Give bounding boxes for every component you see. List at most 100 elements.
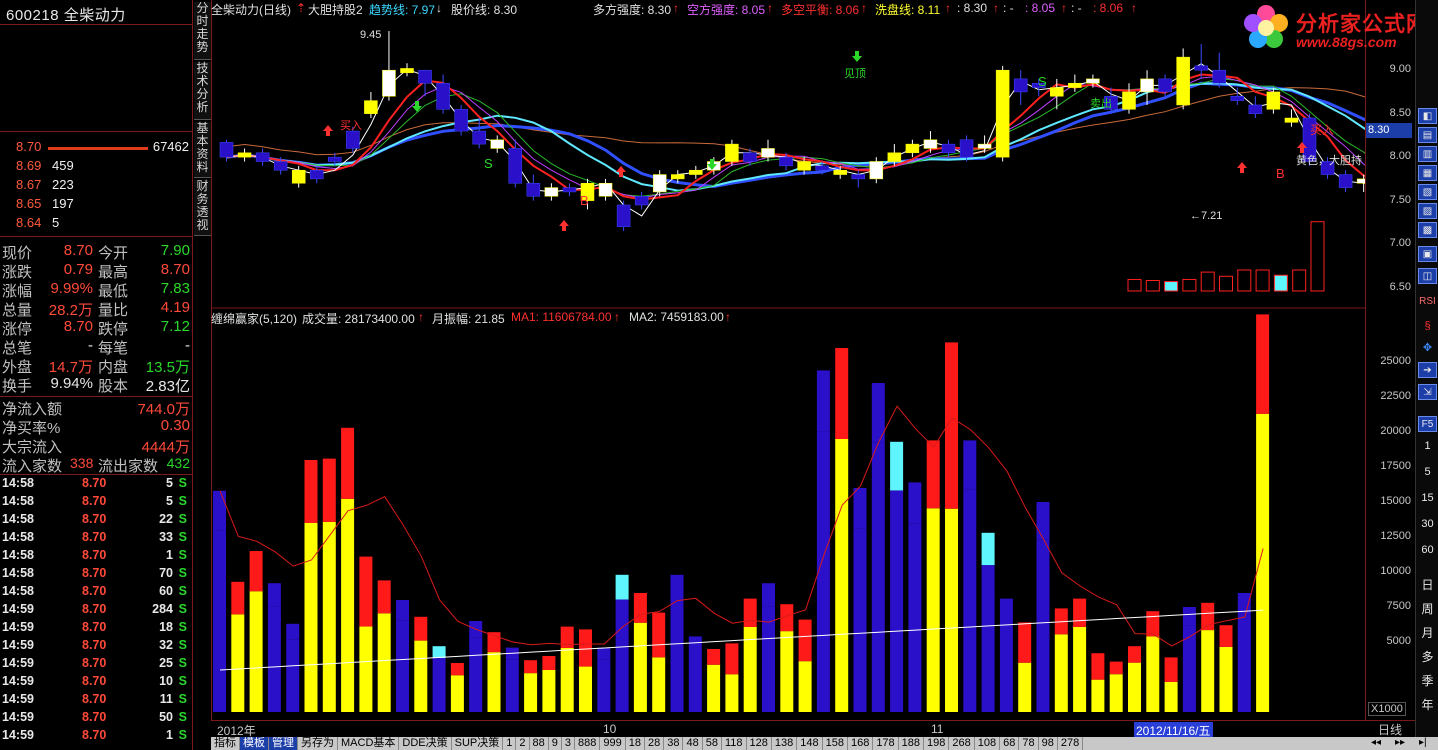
monthly-amplitude: 月振幅: 21.85 [432,312,505,326]
tool-icon[interactable]: ▥ [1418,146,1437,162]
period-week[interactable]: 周 [1418,601,1437,617]
period-1min[interactable]: 1 [1418,438,1437,454]
tab-item[interactable]: 模板 [240,737,269,750]
up-arrow-marker [559,220,569,231]
tab-item[interactable]: SUP决策 [452,737,504,750]
stat-value: - [88,337,93,354]
tab-item[interactable]: 158 [823,737,848,750]
tab-item[interactable]: 108 [975,737,1001,750]
tab-item[interactable]: 178 [873,737,899,750]
tab-item[interactable]: 指标 [211,737,240,750]
tab-item[interactable]: 9 [549,737,562,750]
tab-item[interactable]: 68 [1000,737,1020,750]
stat-label: 涨停 [2,321,33,338]
tab-item[interactable]: 168 [848,737,874,750]
tab-item[interactable]: 88 [530,737,549,750]
tool-icon[interactable]: ▧ [1418,184,1437,200]
stat-value: 9.99% [50,280,93,297]
down-arrow-marker [412,101,422,112]
quote-stat-row: 涨幅 9.99% 最低 7.83 [0,280,193,300]
stat-label: 量比 [98,302,129,319]
scroll-end-icon[interactable]: ▸| [1419,737,1427,748]
period-60min[interactable]: 60 [1418,542,1437,558]
tool-icon[interactable]: ▣ [1418,246,1437,262]
tool-icon[interactable]: ⇲ [1418,384,1437,400]
tab-item[interactable]: 另存为 [298,737,338,750]
tab-item[interactable]: 3 [562,737,575,750]
price-axis-label: 7.00 [1389,237,1411,250]
tick-row: 14:59 8.70 25 S [0,656,193,674]
stat-label: 涨跌 [2,264,33,281]
scroll-right-icon[interactable]: ▸▸ [1395,737,1405,748]
up-arrow-icon: ↑ [993,1,999,15]
candle [1248,96,1263,119]
tab-intraday[interactable]: 分时走势 [194,2,211,60]
stock-title: 600218 全柴动力 [6,4,126,25]
period-30min[interactable]: 30 [1418,516,1437,532]
period-month[interactable]: 月 [1418,625,1437,641]
tab-item[interactable]: MACD基本 [338,737,400,750]
tab-item[interactable]: 128 [747,737,772,750]
bookmark-icon[interactable]: § [1418,318,1437,334]
formula-name[interactable]: 大胆持股2 [308,1,363,18]
tab-item[interactable]: 98 [1039,737,1058,750]
tab-item[interactable]: 118 [722,737,747,750]
tool-icon[interactable]: ➔ [1418,362,1437,378]
volume-indicator-name[interactable]: 缠绵赢家(5,120) [211,310,297,327]
tab-financial[interactable]: 财务透视 [194,180,211,236]
move-icon[interactable]: ✥ [1418,340,1437,356]
tab-item[interactable]: 138 [772,737,798,750]
volume-bar [981,532,995,712]
tab-item[interactable]: 48 [683,737,703,750]
buy-signal-label: 买入 [1310,123,1334,137]
tool-icon[interactable]: ▤ [1418,127,1437,143]
tool-icon[interactable]: ▦ [1418,165,1437,181]
tab-item[interactable]: 管理 [269,737,298,750]
tab-basic-info[interactable]: 基本资料 [194,122,211,178]
high-price-label: 9.45 [360,29,381,41]
low-price-label: ←7.21 [1190,210,1222,222]
tab-item[interactable]: 278 [1058,737,1084,750]
rsi-button[interactable]: RSI [1418,294,1437,310]
tab-item[interactable]: 188 [899,737,925,750]
tab-item[interactable]: 78 [1019,737,1039,750]
tab-item[interactable]: 198 [924,737,950,750]
tick-price: 8.70 [82,512,107,526]
scroll-left-icon[interactable]: ◂◂ [1371,737,1381,748]
tab-item[interactable]: 999 [600,737,626,750]
tab-item[interactable]: 28 [645,737,665,750]
volume-bar [725,643,739,712]
tab-item[interactable]: 18 [626,737,645,750]
kline-chart[interactable]: 9.45 ←7.21 买入 买入 卖出 见顶黄色，大胆持 B B S S [212,0,1438,720]
period-quarter[interactable]: 季 [1418,673,1437,689]
period-5min[interactable]: 5 [1418,464,1437,480]
tab-item[interactable]: 888 [575,737,601,750]
period-day[interactable]: 日 [1418,577,1437,593]
tab-item[interactable]: 38 [664,737,684,750]
tick-row: 14:58 8.70 33 S [0,530,193,548]
flower-logo-icon [1244,5,1288,48]
chart-area[interactable]: 9.45 ←7.21 买入 买入 卖出 见顶 黄色，大胆持 B B S S [211,0,1438,720]
volume-bar [231,581,245,712]
tab-item[interactable]: 1 [503,737,517,750]
period-15min[interactable]: 15 [1418,490,1437,506]
period-multi[interactable]: 多 [1418,649,1437,665]
tool-icon[interactable]: ◫ [1418,268,1437,284]
volume-bar [524,660,538,712]
volume-bar [1109,661,1123,712]
volume-bar [871,383,885,712]
tool-icon[interactable]: ◧ [1418,108,1437,124]
tool-icon[interactable]: ▩ [1418,222,1437,238]
quote-stat-row: 涨跌 0.79 最高 8.70 [0,261,193,281]
tab-item[interactable]: 2 [516,737,530,750]
tab-technical[interactable]: 技术分析 [194,62,211,120]
tab-item[interactable]: 58 [703,737,722,750]
stat-value: 13.5万 [145,359,190,376]
tab-item[interactable]: 268 [949,737,975,750]
period-year[interactable]: 年 [1418,697,1437,713]
tool-icon[interactable]: ▨ [1418,203,1437,219]
f5-button[interactable]: F5 [1418,416,1437,432]
tab-item[interactable]: DDE决策 [399,737,452,750]
note-label: 黄色，大胆持 [1296,153,1362,167]
tab-item[interactable]: 148 [797,737,823,750]
